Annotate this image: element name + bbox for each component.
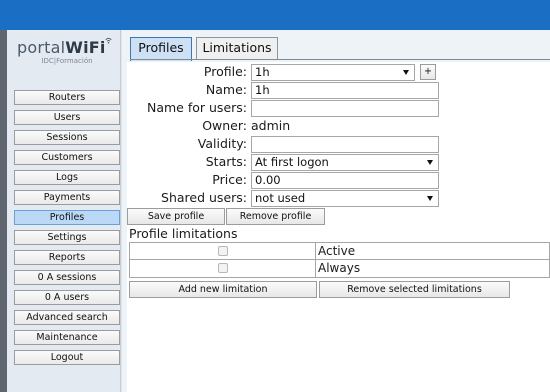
limitations-table: Active Always	[129, 242, 550, 278]
starts-select[interactable]: At first logon	[251, 154, 439, 171]
name-input[interactable]: 1h	[251, 82, 439, 99]
main-content: Profiles Limitations Profile: Name: Name…	[122, 30, 550, 392]
profile-label: Profile:	[203, 64, 247, 79]
limitation-name: Active	[318, 244, 356, 258]
name-for-users-label: Name for users:	[147, 100, 247, 115]
validity-label: Validity:	[197, 136, 247, 151]
dropdown-arrow-icon	[403, 70, 409, 75]
shared-users-select-value: not used	[255, 191, 306, 205]
checkbox-cell	[130, 260, 316, 277]
dropdown-arrow-icon	[427, 196, 433, 201]
price-input[interactable]: 0.00	[251, 172, 439, 189]
sidebar-item-reports[interactable]: Reports	[14, 250, 120, 265]
app-logo: portalWiFi IDC|Formación	[17, 37, 117, 65]
name-for-users-input[interactable]	[251, 100, 439, 117]
price-label: Price:	[212, 172, 247, 187]
tab-limitations[interactable]: Limitations	[196, 37, 278, 59]
sidebar-item-payments[interactable]: Payments	[14, 190, 120, 205]
owner-value: admin	[251, 118, 291, 133]
limitation-name: Always	[318, 261, 361, 275]
sidebar-item-maintenance[interactable]: Maintenance	[14, 330, 120, 345]
brand-light-text: portal	[17, 38, 66, 57]
limitation-checkbox[interactable]	[218, 246, 228, 256]
profile-limitations-title: Profile limitations	[129, 226, 238, 241]
sidebar-item-routers[interactable]: Routers	[14, 90, 120, 105]
remove-profile-button[interactable]: Remove profile	[226, 208, 325, 225]
sidebar-menu: Routers Users Sessions Customers Logs Pa…	[14, 90, 120, 370]
starts-label: Starts:	[205, 154, 247, 169]
shared-users-label: Shared users:	[161, 190, 247, 205]
sidebar: portalWiFi IDC|Formación Routers Users S…	[7, 30, 121, 392]
save-profile-button[interactable]: Save profile	[127, 208, 225, 225]
table-row: Always	[129, 260, 550, 278]
table-row: Active	[129, 242, 550, 260]
sidebar-item-logs[interactable]: Logs	[14, 170, 120, 185]
sidebar-item-logout[interactable]: Logout	[14, 350, 120, 365]
profile-select-value: 1h	[255, 65, 270, 79]
add-profile-button[interactable]: +	[420, 64, 436, 80]
sidebar-item-active-users[interactable]: 0 A users	[14, 290, 120, 305]
window-left-edge	[0, 30, 7, 392]
owner-label: Owner:	[202, 118, 247, 133]
name-label: Name:	[205, 82, 247, 97]
sidebar-item-users[interactable]: Users	[14, 110, 120, 125]
profile-panel: Profile: Name: Name for users: Owner: Va…	[127, 62, 550, 392]
limitation-checkbox[interactable]	[218, 263, 228, 273]
sidebar-item-customers[interactable]: Customers	[14, 150, 120, 165]
wifi-icon	[104, 37, 112, 44]
profile-select[interactable]: 1h	[251, 64, 415, 81]
sidebar-item-profiles[interactable]: Profiles	[14, 210, 120, 225]
sidebar-item-advanced-search[interactable]: Advanced search	[14, 310, 120, 325]
remove-limitations-button[interactable]: Remove selected limitations	[319, 281, 510, 298]
sidebar-item-sessions[interactable]: Sessions	[14, 130, 120, 145]
brand-name: portalWiFi	[17, 37, 117, 57]
shared-users-select[interactable]: not used	[251, 190, 439, 207]
sidebar-item-active-sessions[interactable]: 0 A sessions	[14, 270, 120, 285]
brand-bold-text: WiFi	[65, 38, 106, 57]
tab-profiles[interactable]: Profiles	[130, 37, 192, 61]
add-limitation-button[interactable]: Add new limitation	[129, 281, 317, 298]
sidebar-item-settings[interactable]: Settings	[14, 230, 120, 245]
tab-divider	[130, 59, 550, 60]
dropdown-arrow-icon	[427, 160, 433, 165]
validity-input[interactable]	[251, 136, 439, 153]
checkbox-cell	[130, 243, 316, 260]
starts-select-value: At first logon	[255, 155, 329, 169]
top-header-bar	[0, 0, 550, 30]
brand-subtitle: IDC|Formación	[41, 57, 93, 65]
